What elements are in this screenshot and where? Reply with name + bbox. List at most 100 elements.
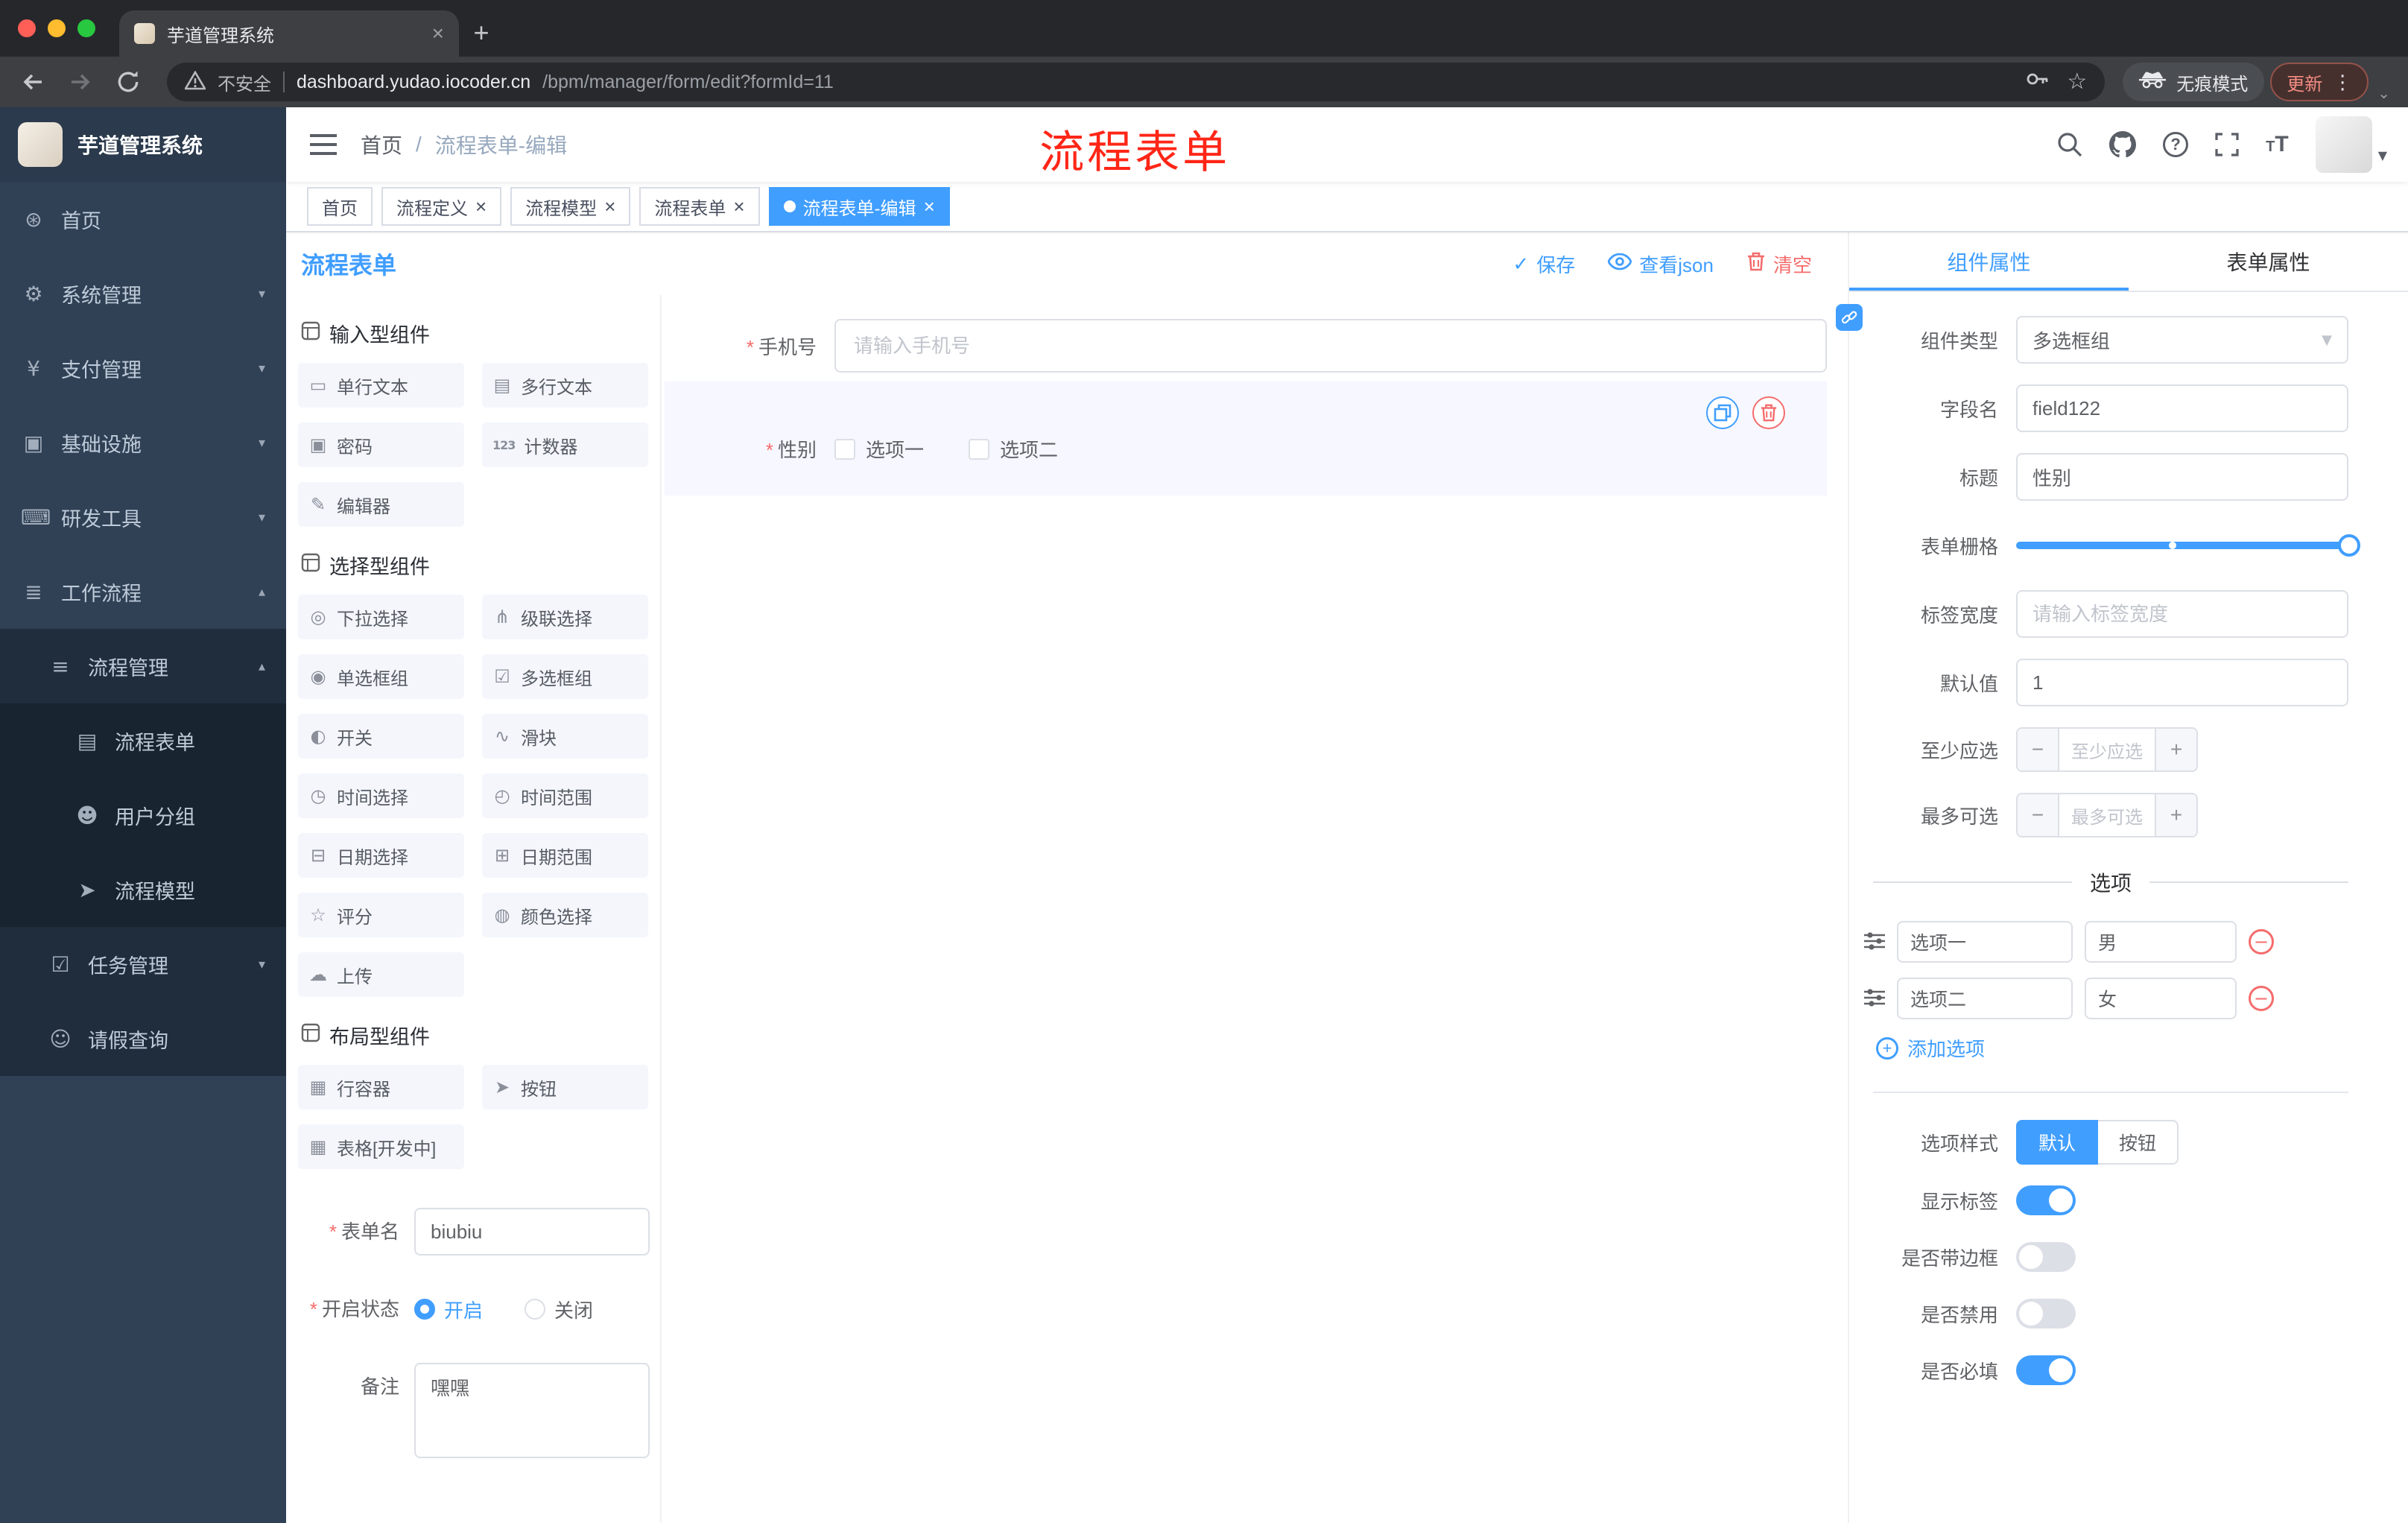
tag-home[interactable]: 首页 [307, 187, 373, 226]
close-icon[interactable]: × [604, 197, 615, 216]
palette-item-checkbox-group[interactable]: ☑ 多选框组 [482, 654, 648, 699]
sidebar-item-process-management[interactable]: ≡ 流程管理 ▴ [0, 629, 286, 703]
copy-icon[interactable] [1706, 396, 1739, 429]
option-name-input[interactable] [1897, 978, 2073, 1019]
sidebar-item-process-model[interactable]: ➤ 流程模型 [0, 852, 286, 927]
view-json-button[interactable]: 查看json [1607, 250, 1714, 278]
sidebar-item-task-management[interactable]: ☑ 任务管理 ▾ [0, 927, 286, 1001]
disabled-switch[interactable] [2016, 1299, 2076, 1329]
palette-item-rate[interactable]: ☆ 评分 [298, 893, 464, 937]
palette-item-cascader[interactable]: ⋔ 级联选择 [482, 595, 648, 639]
component-type-select[interactable]: 多选框组 ▼ [2016, 316, 2348, 364]
tab-component-props[interactable]: 组件属性 [1849, 232, 2129, 291]
sidebar-item-workflow[interactable]: ≣ 工作流程 ▴ [0, 554, 286, 629]
palette-item-single-line-text[interactable]: ▭ 单行文本 [298, 363, 464, 408]
increase-icon[interactable]: + [2155, 794, 2196, 836]
search-icon[interactable] [2057, 132, 2082, 157]
palette-item-date-range[interactable]: ⊞ 日期范围 [482, 833, 648, 878]
browser-menu-kebab-icon[interactable]: ⋮ [2333, 71, 2352, 94]
palette-item-time-range[interactable]: ◴ 时间范围 [482, 773, 648, 818]
sidebar-item-user-group[interactable]: ☻ 用户分组 [0, 778, 286, 852]
url-path[interactable]: /bpm/manager/form/edit?formId=11 [542, 72, 834, 93]
breadcrumb-home[interactable]: 首页 [361, 130, 402, 159]
bookmark-star-icon[interactable]: ☆ [2067, 71, 2087, 93]
label-width-input[interactable] [2016, 590, 2348, 638]
checkbox-option-2[interactable]: 选项二 [969, 435, 1058, 463]
window-zoom-button[interactable] [77, 19, 95, 37]
palette-item-select[interactable]: ◎ 下拉选择 [298, 595, 464, 639]
tab-form-props[interactable]: 表单属性 [2129, 232, 2408, 291]
user-menu[interactable]: ▼ [2315, 116, 2387, 173]
security-label[interactable]: 不安全 [218, 69, 271, 95]
sidebar-item-infrastructure[interactable]: ▣ 基础设施 ▾ [0, 405, 286, 480]
option-value-input[interactable] [2085, 921, 2237, 963]
style-default-button[interactable]: 默认 [2016, 1120, 2099, 1165]
palette-item-multi-line-text[interactable]: ▤ 多行文本 [482, 363, 648, 408]
form-remark-textarea[interactable]: 嘿嘿 [414, 1363, 650, 1458]
password-key-icon[interactable] [2025, 67, 2049, 97]
sidebar-item-process-form[interactable]: ▤ 流程表单 [0, 703, 286, 778]
radio-on[interactable]: 开启 [414, 1296, 483, 1323]
window-close-button[interactable] [18, 19, 36, 37]
palette-item-time-picker[interactable]: ◷ 时间选择 [298, 773, 464, 818]
palette-item-editor[interactable]: ✎ 编辑器 [298, 482, 464, 527]
close-icon[interactable]: × [475, 197, 487, 216]
palette-item-row-container[interactable]: ▦ 行容器 [298, 1065, 464, 1109]
hamburger-icon[interactable] [307, 130, 340, 159]
close-icon[interactable]: × [924, 197, 935, 216]
github-icon[interactable] [2109, 131, 2137, 158]
phone-input[interactable] [834, 319, 1827, 373]
address-bar[interactable]: 不安全 dashboard.yudao.iocoder.cn /bpm/mana… [167, 63, 2106, 101]
toolbar-chevron-icon[interactable]: ⌄ [2377, 84, 2390, 103]
tag-process-model[interactable]: 流程模型 × [510, 187, 631, 226]
palette-item-counter[interactable]: 123 计数器 [482, 422, 648, 467]
sidebar-logo[interactable]: 芋道管理系统 [0, 107, 286, 182]
close-icon[interactable]: × [733, 197, 744, 216]
back-icon[interactable] [12, 63, 54, 101]
window-minimize-button[interactable] [48, 19, 66, 37]
canvas-field-phone[interactable]: * 手机号 [665, 319, 1827, 373]
decrease-icon[interactable]: − [2018, 794, 2059, 836]
drag-handle-icon[interactable] [1864, 928, 1885, 956]
required-switch[interactable] [2016, 1355, 2076, 1385]
palette-item-upload[interactable]: ☁ 上传 [298, 952, 464, 997]
palette-item-button[interactable]: ➤ 按钮 [482, 1065, 648, 1109]
user-avatar[interactable] [2315, 116, 2372, 173]
remove-option-icon[interactable]: − [2249, 929, 2274, 954]
sidebar-item-home[interactable]: ⊛ 首页 [0, 182, 286, 256]
browser-update-button[interactable]: 更新 ⋮ [2270, 63, 2369, 101]
palette-item-date-picker[interactable]: ⊟ 日期选择 [298, 833, 464, 878]
remove-option-icon[interactable]: − [2249, 986, 2274, 1011]
decrease-icon[interactable]: − [2018, 729, 2059, 770]
browser-tab[interactable]: 芋道管理系统 × [119, 10, 459, 57]
link-icon[interactable] [1836, 304, 1863, 331]
border-switch[interactable] [2016, 1242, 2076, 1272]
sidebar-item-payment[interactable]: ¥ 支付管理 ▾ [0, 331, 286, 405]
drag-handle-icon[interactable] [1864, 985, 1885, 1013]
palette-item-switch[interactable]: ◐ 开关 [298, 714, 464, 759]
palette-item-radio-group[interactable]: ◉ 单选框组 [298, 654, 464, 699]
tab-close-icon[interactable]: × [432, 23, 444, 44]
max-select-value[interactable]: 最多可选 [2059, 794, 2155, 836]
sidebar-item-leave-query[interactable]: ☺ 请假查询 [0, 1001, 286, 1076]
option-value-input[interactable] [2085, 978, 2237, 1019]
style-button-button[interactable]: 按钮 [2098, 1120, 2179, 1165]
tag-process-form-edit[interactable]: 流程表单-编辑 × [768, 187, 950, 226]
option-name-input[interactable] [1897, 921, 2073, 963]
show-label-switch[interactable] [2016, 1185, 2076, 1215]
title-input[interactable] [2016, 453, 2348, 501]
canvas-field-gender-selected[interactable]: * 性别 选项一 选项二 [665, 381, 1827, 495]
palette-item-slider[interactable]: ∿ 滑块 [482, 714, 648, 759]
url-domain[interactable]: dashboard.yudao.iocoder.cn [297, 72, 530, 93]
increase-icon[interactable]: + [2155, 729, 2196, 770]
checkbox-option-1[interactable]: 选项一 [834, 435, 924, 463]
form-grid-slider[interactable] [2016, 522, 2360, 569]
save-button[interactable]: ✓ 保存 [1512, 250, 1575, 278]
font-size-icon[interactable]: TT [2266, 132, 2289, 157]
tag-process-definition[interactable]: 流程定义 × [381, 187, 502, 226]
tag-process-form[interactable]: 流程表单 × [639, 187, 760, 226]
help-icon[interactable]: ? [2163, 132, 2189, 157]
sidebar-item-devtools[interactable]: ⌨ 研发工具 ▾ [0, 480, 286, 554]
add-option-button[interactable]: + 添加选项 [1876, 1034, 2348, 1062]
radio-off[interactable]: 关闭 [525, 1296, 593, 1323]
